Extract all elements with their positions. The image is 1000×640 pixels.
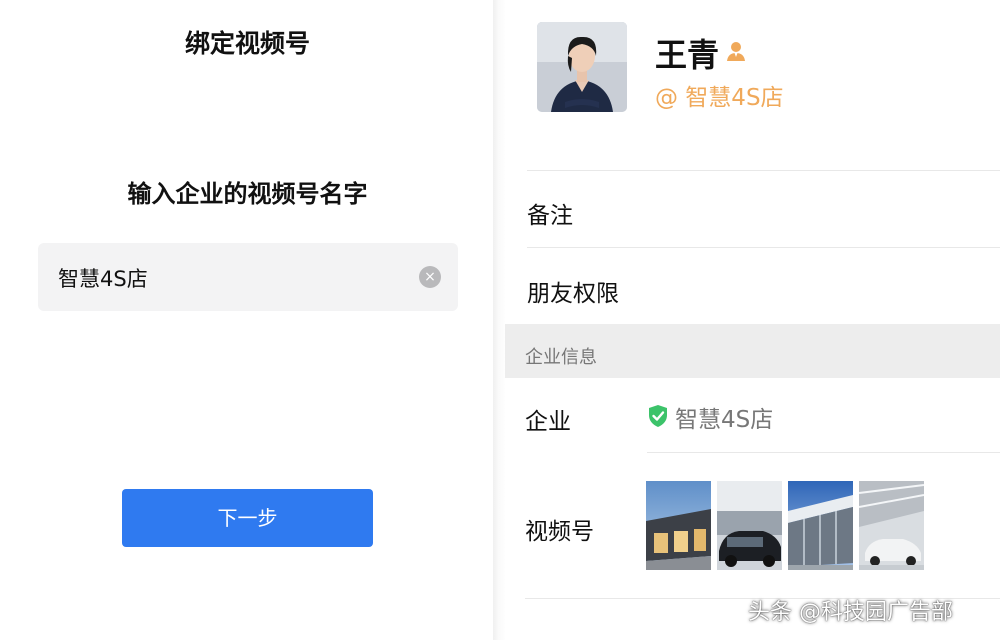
next-step-button[interactable]: 下一步	[122, 489, 373, 547]
remark-row[interactable]: 备注	[527, 196, 573, 230]
section-title: 企业信息	[525, 347, 597, 368]
verified-shield-icon	[649, 405, 667, 427]
divider	[647, 452, 1000, 453]
channel-name-input[interactable]: 智慧4S店 ×	[38, 243, 458, 311]
contact-name: 王青	[655, 36, 720, 74]
work-person-icon	[727, 42, 745, 61]
contact-profile-panel: 王青 @ 智慧4S店 备注 朋友权限 企业信息 企业 智慧4S店 视频号	[505, 0, 1000, 640]
channels-label: 视频号	[525, 519, 594, 545]
divider	[527, 170, 1000, 171]
channel-thumbnail[interactable]	[788, 481, 853, 570]
section-header: 企业信息	[505, 324, 1000, 378]
company-name-value[interactable]: 智慧4S店	[675, 400, 773, 434]
channel-thumbnail[interactable]	[859, 481, 924, 570]
company-handle[interactable]: @ 智慧4S店	[655, 78, 784, 112]
avatar[interactable]	[537, 22, 627, 112]
company-label: 企业	[525, 409, 571, 435]
channel-thumbnail[interactable]	[717, 481, 782, 570]
page-title: 绑定视频号	[184, 29, 310, 58]
divider	[527, 247, 1000, 248]
channel-name-value[interactable]: 智慧4S店	[58, 263, 148, 293]
watermark-text: 头条 @科技园广告部	[748, 600, 953, 625]
input-prompt: 输入企业的视频号名字	[127, 180, 368, 208]
channel-thumbnail[interactable]	[646, 481, 711, 570]
friend-permissions-row[interactable]: 朋友权限	[527, 274, 619, 308]
clear-input-icon[interactable]: ×	[419, 266, 441, 288]
bind-channels-panel: 绑定视频号 输入企业的视频号名字 智慧4S店 × 下一步	[0, 0, 495, 640]
